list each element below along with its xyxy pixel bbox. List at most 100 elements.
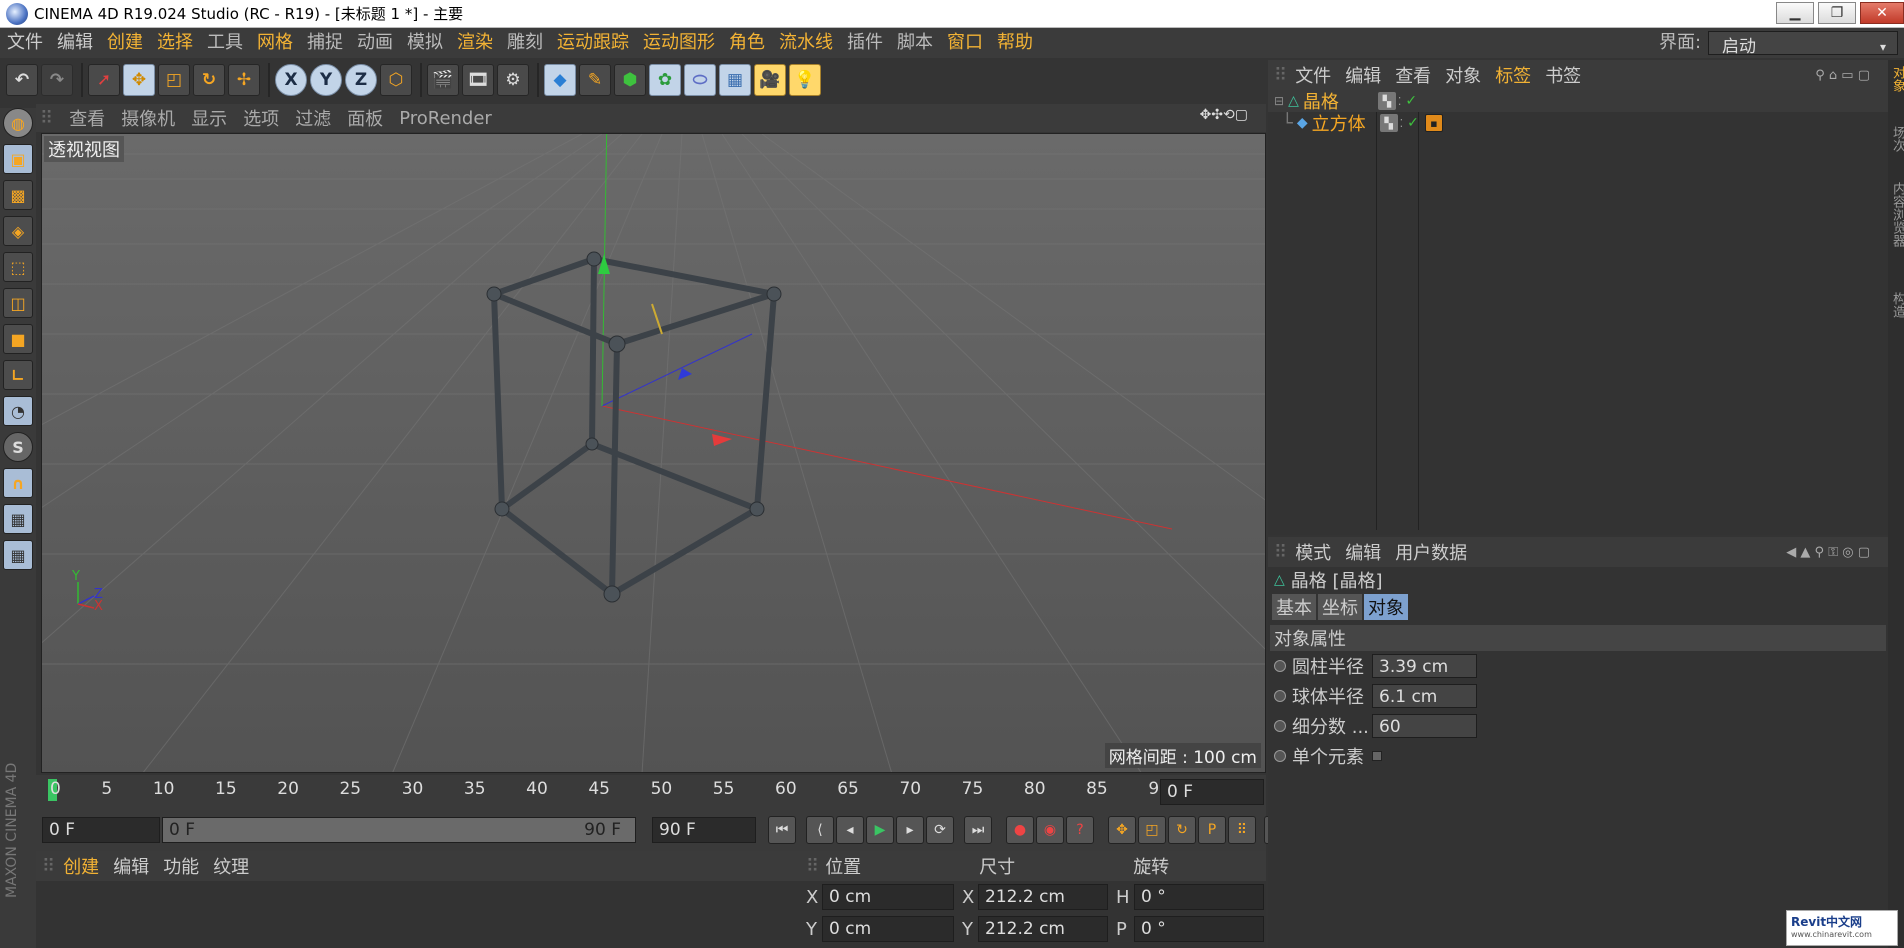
menu-sculpt[interactable]: 雕刻 [500,28,550,58]
z-axis-button[interactable]: Z [345,64,377,96]
key-pla-button[interactable]: ⠿ [1228,816,1256,844]
menu-create[interactable]: 创建 [100,28,150,58]
menu-motion-tracking[interactable]: 运动跟踪 [550,28,636,58]
animate-radio-icon[interactable] [1274,750,1286,762]
play-button[interactable]: ▶ [866,816,894,844]
enabled-check-icon[interactable]: ✓ [1407,115,1419,131]
render-dots-icon[interactable]: ⁚ [1398,95,1402,108]
am-menu-userdata[interactable]: 用户数据 [1395,539,1467,565]
texture-mode-button[interactable]: ▩ [3,180,33,210]
render-settings-button[interactable]: ⚙ [497,64,529,96]
om-menu-view[interactable]: 查看 [1395,62,1431,88]
am-nav-icons[interactable]: ◀ ▲ ⚲ ⚿ ◎ ▢ [1786,545,1870,560]
goto-end-button[interactable]: ⏭ [964,816,992,844]
menu-mesh[interactable]: 网格 [250,28,300,58]
viewport-menu-prorender[interactable]: ProRender [399,108,492,129]
menu-simulate[interactable]: 模拟 [400,28,450,58]
next-key-button[interactable]: ⟳ [926,816,954,844]
tab-basic[interactable]: 基本 [1272,594,1316,620]
cylinder-radius-field[interactable]: 3.39 cm [1372,654,1477,678]
viewport-menu-camera[interactable]: 摄像机 [121,105,175,131]
menu-help[interactable]: 帮助 [990,28,1040,58]
phong-tag-icon[interactable]: ▪ [1424,114,1443,132]
viewport-nav-icons[interactable]: ✥✣⟲▢ [1200,107,1248,123]
am-menu-mode[interactable]: 模式 [1295,539,1331,565]
start-frame-field[interactable]: 0 F [42,817,160,843]
om-nav-icons[interactable]: ⚲ ⌂ ▭ ▢ [1815,68,1870,83]
menu-mograph[interactable]: 运动图形 [636,28,722,58]
enabled-check-icon[interactable]: ✓ [1405,93,1417,109]
side-tab-objects[interactable]: 对象 [1888,66,1904,126]
end-frame-field[interactable]: 90 F [652,817,756,843]
next-frame-button[interactable]: ▸ [896,816,924,844]
live-select-button[interactable]: ➚ [88,64,120,96]
prev-frame-button[interactable]: ◂ [836,816,864,844]
tab-object[interactable]: 对象 [1364,594,1408,620]
om-menu-tags[interactable]: 标签 [1495,62,1531,88]
lock-workplane-button[interactable]: ▦ [3,504,33,534]
cloner-button[interactable]: ✿ [649,64,681,96]
goto-start-button[interactable]: ⏮ [768,816,796,844]
side-tab-takes[interactable]: 场次 [1888,126,1904,182]
scale-button[interactable]: ◰ [158,64,190,96]
side-tab-structure[interactable]: 构造 [1888,292,1904,342]
camera-button[interactable]: 🎥 [754,64,786,96]
pen-button[interactable]: ✎ [579,64,611,96]
animate-radio-icon[interactable] [1274,660,1286,672]
viewport-scene[interactable]: Y Z X [42,134,1266,773]
keyframe-selection-button[interactable]: ? [1066,816,1094,844]
menu-window[interactable]: 窗口 [940,28,990,58]
light-button[interactable]: 💡 [789,64,821,96]
snapping-button[interactable]: S [3,432,33,462]
om-menu-object[interactable]: 对象 [1445,62,1481,88]
menu-pipeline[interactable]: 流水线 [772,28,840,58]
material-menu-function[interactable]: 功能 [163,853,199,879]
render-view-button[interactable]: 🎬 [427,64,459,96]
viewport-menu-display[interactable]: 显示 [191,105,227,131]
collapse-icon[interactable]: ⊟ [1274,94,1284,108]
deformer-button[interactable]: ⬭ [684,64,716,96]
menu-edit[interactable]: 编辑 [50,28,100,58]
render-dots-icon[interactable]: ⁚ [1400,117,1404,130]
subdivision-button[interactable]: ⬢ [614,64,646,96]
points-mode-button[interactable]: ⬚ [3,252,33,282]
menu-animate[interactable]: 动画 [350,28,400,58]
magnet-button[interactable]: ∩ [3,468,33,498]
object-row-lattice[interactable]: ⊟ △ 晶格 ▚ ⁚ ✓ [1268,90,1888,113]
key-rotation-button[interactable]: ↻ [1168,816,1196,844]
layout-select[interactable]: 启动 ▾ [1708,31,1898,57]
maximize-button[interactable]: ❐ [1818,2,1856,24]
key-position-button[interactable]: ✥ [1108,816,1136,844]
viewport-menu-view[interactable]: 查看 [69,105,105,131]
close-button[interactable]: ✕ [1860,2,1904,24]
coordinate-system-button[interactable]: ⬡ [380,64,412,96]
size-x-field[interactable]: 212.2 cm [978,884,1108,910]
minimize-button[interactable]: ▁ [1776,2,1814,24]
workplane-mode-button[interactable]: ◈ [3,216,33,246]
y-axis-button[interactable]: Y [310,64,342,96]
rotation-p-field[interactable]: 0 ° [1134,916,1264,942]
animate-radio-icon[interactable] [1274,720,1286,732]
object-row-cube[interactable]: └ ◆ 立方体 ▚ ⁚ ✓ ▪ [1268,112,1888,135]
timeline-ruler[interactable]: 051015202530354045505560657075808590 0 F [36,775,1266,811]
menu-character[interactable]: 角色 [722,28,772,58]
material-menu-edit[interactable]: 编辑 [113,853,149,879]
side-tab-content-browser[interactable]: 内容浏览器 [1888,182,1904,292]
key-scale-button[interactable]: ◰ [1138,816,1166,844]
visibility-toggle-icon[interactable]: ▚ [1379,114,1398,132]
single-element-checkbox[interactable] [1372,751,1382,761]
redo-button[interactable]: ↷ [41,64,73,96]
undo-button[interactable]: ↶ [6,64,38,96]
am-menu-edit[interactable]: 编辑 [1345,539,1381,565]
transform-button[interactable]: ✢ [228,64,260,96]
floor-button[interactable]: ▦ [719,64,751,96]
perspective-viewport[interactable]: Y Z X 透视视图 网格间距 : 100 cm [41,133,1266,773]
polygons-mode-button[interactable]: ■ [3,324,33,354]
move-button[interactable]: ✥ [123,64,155,96]
position-y-field[interactable]: 0 cm [822,916,954,942]
position-x-field[interactable]: 0 cm [822,884,954,910]
sphere-radius-field[interactable]: 6.1 cm [1372,684,1477,708]
viewport-menu-panel[interactable]: 面板 [347,105,383,131]
menu-render[interactable]: 渲染 [450,28,500,58]
material-menu-create[interactable]: 创建 [63,853,99,879]
